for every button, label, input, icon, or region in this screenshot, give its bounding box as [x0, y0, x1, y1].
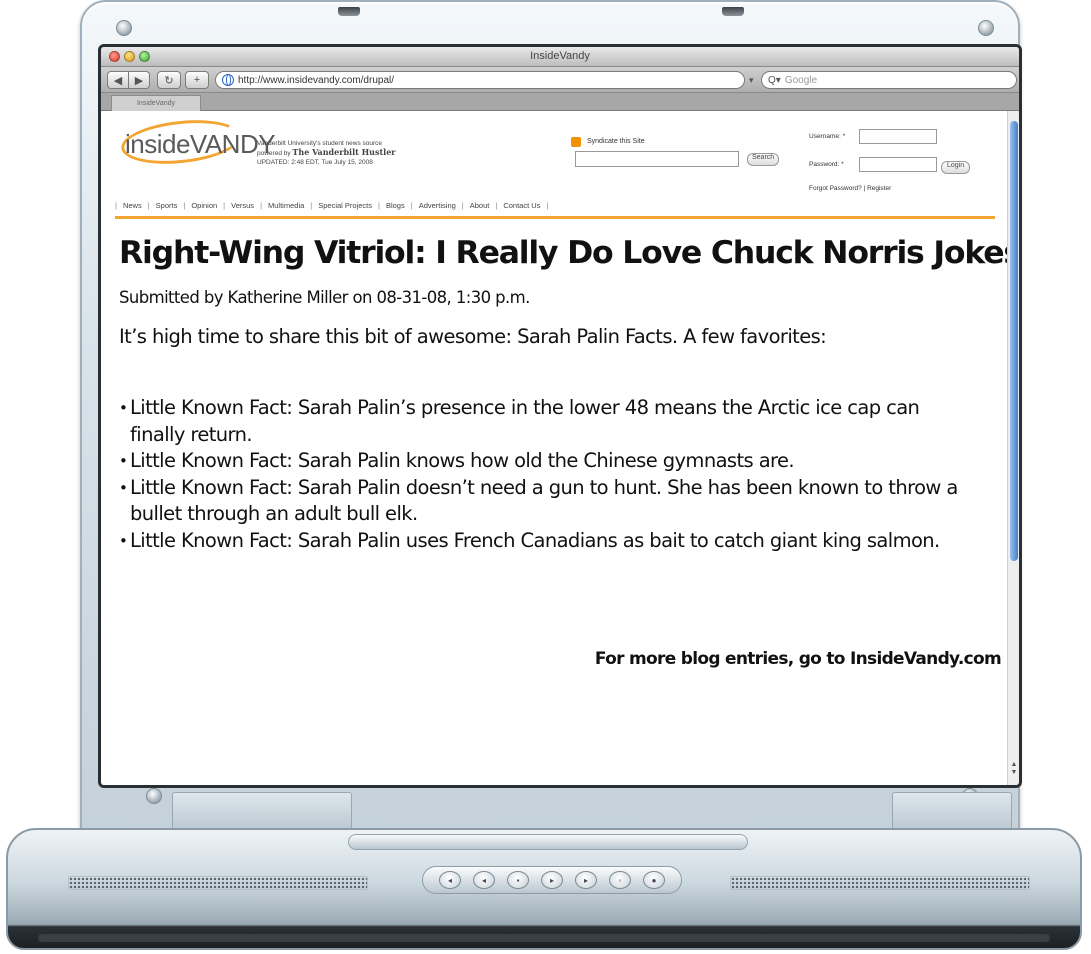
nav-separator: | [310, 201, 313, 210]
forward-button[interactable]: ▶ [128, 71, 150, 89]
nav-item-opinion[interactable]: Opinion [191, 201, 217, 210]
screw-icon [978, 20, 994, 36]
plus-icon: + [193, 74, 201, 86]
hustler-wordmark: The Vanderbilt Hustler [292, 147, 396, 157]
media-button-icon[interactable]: ◂ [439, 871, 461, 889]
nav-item-versus[interactable]: Versus [231, 201, 254, 210]
nav-item-about[interactable]: About [470, 201, 490, 210]
tab-bar: InsideVandy [101, 93, 1019, 111]
latch-icon [338, 7, 360, 16]
article-intro: It’s high time to share this bit of awes… [119, 325, 827, 348]
list-item: Little Known Fact: Sarah Palin uses Fren… [119, 528, 979, 555]
nav-item-sports[interactable]: Sports [156, 201, 178, 210]
tagline-line2: powered by The Vanderbilt Hustler [257, 148, 396, 158]
scroll-arrows-icon[interactable]: ▲ ▼ [1010, 761, 1018, 777]
base-bottom-edge [38, 934, 1050, 942]
tab-insidevandy[interactable]: InsideVandy [111, 95, 201, 111]
browser-titlebar: InsideVandy [101, 47, 1019, 67]
username-field[interactable] [859, 129, 937, 144]
browser-toolbar: ◀ ▶ ↻ + http://www.insidevandy.com/drupa… [101, 67, 1019, 93]
nav-divider [115, 216, 995, 219]
list-item: Little Known Fact: Sarah Palin’s presenc… [119, 395, 979, 448]
facts-list: Little Known Fact: Sarah Palin’s presenc… [119, 395, 979, 554]
site-logo[interactable]: insideVANDY [125, 129, 276, 160]
media-buttons: ◂ ◂ ▪ ▸ ▸ ◦ ● [422, 866, 682, 894]
forward-arrow-icon: ▶ [134, 74, 144, 87]
nav-separator: | [115, 201, 117, 210]
window-title: InsideVandy [530, 50, 590, 62]
forgot-password-link[interactable]: Forgot Password? [809, 185, 862, 192]
login-button[interactable]: Login [941, 161, 971, 174]
syndicate-link[interactable]: Syndicate this Site [587, 138, 645, 145]
back-arrow-icon: ◀ [113, 74, 123, 87]
list-item: Little Known Fact: Sarah Palin knows how… [119, 448, 979, 475]
nav-separator: | [546, 201, 549, 210]
search-icon: Q▾ [768, 74, 781, 86]
media-button-icon[interactable]: ▸ [541, 871, 563, 889]
address-bar[interactable]: http://www.insidevandy.com/drupal/ [215, 71, 745, 89]
search-placeholder: Google [784, 74, 818, 86]
site-tagline: Vanderbilt University's student news sou… [257, 139, 396, 167]
site-nav: | News | Sports | Opinion | Versus | Multime… [115, 201, 548, 210]
screw-icon [116, 20, 132, 36]
scroll-thumb[interactable] [1010, 121, 1018, 561]
nav-separator: | [147, 201, 150, 210]
search-field[interactable]: Q▾ Google [761, 71, 1017, 89]
media-button-icon[interactable]: ● [643, 871, 665, 889]
back-button[interactable]: ◀ [107, 71, 129, 89]
media-button-icon[interactable]: ▪ [507, 871, 529, 889]
address-text: http://www.insidevandy.com/drupal/ [238, 74, 395, 86]
web-page: insideVANDY Vanderbilt University's stud… [101, 111, 1021, 785]
tagline-powered-by: powered by [257, 150, 293, 157]
speaker-grille-right [730, 876, 1030, 890]
updated-timestamp: UPDATED: 2:48 EDT, Tue July 15, 2008 [257, 159, 373, 166]
nav-separator: | [495, 201, 498, 210]
list-item: Little Known Fact: Sarah Palin doesn’t n… [119, 475, 979, 528]
nav-item-advertising[interactable]: Advertising [419, 201, 456, 210]
speaker-grille-left [68, 876, 368, 890]
globe-icon [222, 74, 234, 86]
vertical-scrollbar[interactable]: ▲ ▼ [1007, 111, 1019, 785]
password-field[interactable] [859, 157, 937, 172]
media-button-icon[interactable]: ◂ [473, 871, 495, 889]
nav-separator: | [223, 201, 226, 210]
password-label: Password: * [809, 161, 844, 168]
username-label: Username: * [809, 133, 846, 140]
site-search-input[interactable] [575, 151, 739, 167]
reload-icon: ↻ [164, 74, 174, 87]
register-link[interactable]: Register [867, 185, 891, 192]
screw-icon [146, 788, 162, 804]
reload-button[interactable]: ↻ [157, 71, 181, 89]
nav-separator: | [183, 201, 186, 210]
add-bookmark-button[interactable]: + [185, 71, 209, 89]
hinge [348, 834, 748, 850]
media-button-icon[interactable]: ▸ [575, 871, 597, 889]
more-blog-entries-link[interactable]: For more blog entries, go to InsideVandy… [595, 649, 1002, 669]
nav-item-blogs[interactable]: Blogs [386, 201, 405, 210]
nav-separator: | [461, 201, 464, 210]
nav-separator: | [378, 201, 380, 210]
nav-item-multimedia[interactable]: Multimedia [268, 201, 304, 210]
nav-item-news[interactable]: News [123, 201, 142, 210]
laptop-base: ◂ ◂ ▪ ▸ ▸ ◦ ● [6, 828, 1082, 950]
site-search-button[interactable]: Search [747, 153, 780, 166]
latch-icon [722, 7, 744, 16]
nav-separator: | [260, 201, 263, 210]
login-links: Forgot Password? | Register [809, 185, 891, 192]
screen: InsideVandy ◀ ▶ ↻ + http://www.insidevan… [98, 44, 1022, 788]
article-byline: Submitted by Katherine Miller on 08-31-0… [119, 288, 530, 307]
media-button-icon[interactable]: ◦ [609, 871, 631, 889]
nav-item-special-projects[interactable]: Special Projects [318, 201, 372, 210]
article-title: Right-Wing Vitriol: I Really Do Love Chu… [119, 235, 1021, 271]
rss-icon[interactable] [571, 137, 581, 147]
nav-separator: | [410, 201, 413, 210]
rss-chevron-icon[interactable]: ▾ [749, 75, 754, 86]
nav-item-contact-us[interactable]: Contact Us [503, 201, 540, 210]
